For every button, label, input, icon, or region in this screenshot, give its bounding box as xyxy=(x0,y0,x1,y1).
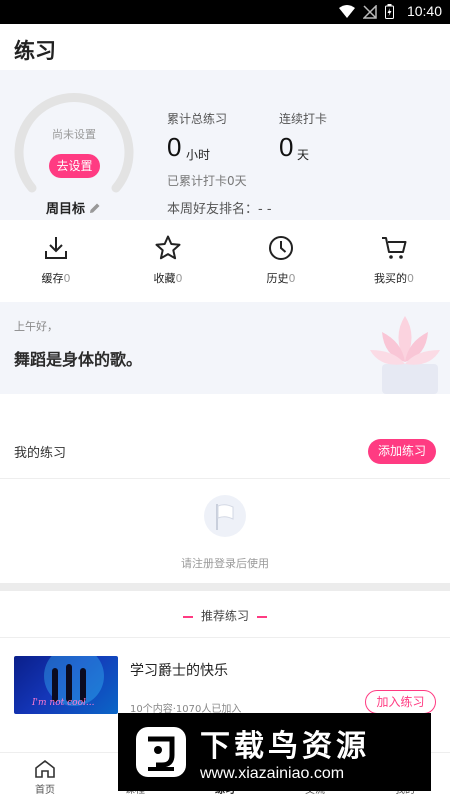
shortcut-label: 我买的 xyxy=(374,272,407,285)
download-icon xyxy=(45,237,67,259)
thumbnail-caption: I'm not cool... xyxy=(32,698,95,708)
total-practice-unit: 小时 xyxy=(186,148,211,162)
course-title: 学习爵士的快乐 xyxy=(130,663,228,679)
app-header: 练习 xyxy=(0,24,450,70)
empty-state-text: 请注册登录后使用 xyxy=(181,557,269,570)
shortcut-label: 历史 xyxy=(266,272,289,285)
clock-icon xyxy=(269,236,293,260)
shortcut-history[interactable]: 历史0 xyxy=(241,234,321,286)
greeting-card: 上午好， 舞蹈是身体的歌。 xyxy=(0,302,450,394)
thumbnail-dancer xyxy=(66,664,72,702)
add-practice-button[interactable]: 添加练习 xyxy=(368,439,436,464)
shortcut-label: 缓存 xyxy=(41,272,64,285)
shortcut-purchased[interactable]: 我买的0 xyxy=(354,234,434,286)
recommended-title: 推荐练习 xyxy=(200,609,249,623)
total-practice-label: 累计总练习 xyxy=(167,112,228,126)
lotus-illustration xyxy=(370,316,440,394)
weekly-goal[interactable]: 周目标 xyxy=(46,198,101,217)
shortcut-row: 缓存0 收藏0 历史0 我买的0 xyxy=(0,222,450,300)
empty-flag-icon xyxy=(204,495,246,537)
tab-label: 首页 xyxy=(35,785,55,796)
section-separator xyxy=(0,583,450,591)
status-icons xyxy=(339,4,394,19)
ring-placeholder: 尚未设置 xyxy=(52,128,96,141)
shortcut-favorites[interactable]: 收藏0 xyxy=(128,234,208,286)
watermark-url: www.xiazainiao.com xyxy=(200,765,345,782)
shortcut-count: 0 xyxy=(407,272,414,285)
recommended-heading: 推荐练习 xyxy=(0,607,450,624)
greeting-salutation: 上午好， xyxy=(14,320,58,333)
watermark-banner: 下载鸟资源 www.xiazainiao.com xyxy=(118,713,431,791)
page-title: 练习 xyxy=(14,39,56,63)
status-bar: 10:40 xyxy=(0,0,450,24)
checkin-count: 已累计打卡0天 xyxy=(167,174,247,188)
battery-icon xyxy=(385,4,394,19)
cart-icon xyxy=(382,237,407,259)
thumbnail-dancer xyxy=(52,668,58,702)
streak-label: 连续打卡 xyxy=(279,112,328,126)
divider xyxy=(0,478,450,479)
total-practice-value: 0 xyxy=(167,132,182,162)
heading-dash-left xyxy=(182,615,193,618)
bird-logo-icon xyxy=(136,727,186,777)
set-goal-button[interactable]: 去设置 xyxy=(49,154,100,178)
edit-pencil-icon xyxy=(90,203,100,213)
greeting-quote: 舞蹈是身体的歌。 xyxy=(14,350,143,369)
friend-rank[interactable]: 本周好友排名：- - xyxy=(167,198,272,217)
status-time: 10:40 xyxy=(406,3,442,19)
no-signal-icon xyxy=(363,4,377,19)
star-icon xyxy=(155,235,181,260)
home-icon xyxy=(35,759,55,778)
shortcut-label: 收藏 xyxy=(153,272,176,285)
shortcut-cache[interactable]: 缓存0 xyxy=(16,234,96,286)
shortcut-count: 0 xyxy=(175,272,183,285)
shortcut-count: 0 xyxy=(288,272,296,285)
shortcut-count: 0 xyxy=(63,272,71,285)
streak-unit: 天 xyxy=(297,148,310,162)
heading-dash-right xyxy=(257,615,267,618)
streak-value: 0 xyxy=(279,132,294,162)
my-practice-title: 我的练习 xyxy=(14,446,67,461)
wifi-icon xyxy=(339,4,355,18)
stats-panel: 尚未设置 去设置 周目标 累计总练习 0 小时 连续打卡 0 天 已累计打卡0天… xyxy=(0,70,450,220)
tab-home[interactable]: 首页 xyxy=(15,759,75,796)
watermark-brand: 下载鸟资源 xyxy=(200,729,370,764)
join-practice-button[interactable]: 加入练习 xyxy=(365,690,436,714)
divider xyxy=(0,637,450,638)
course-thumbnail[interactable]: I'm not cool... xyxy=(14,656,118,714)
weekly-goal-label: 周目标 xyxy=(46,202,86,217)
thumbnail-dancer xyxy=(80,668,86,702)
